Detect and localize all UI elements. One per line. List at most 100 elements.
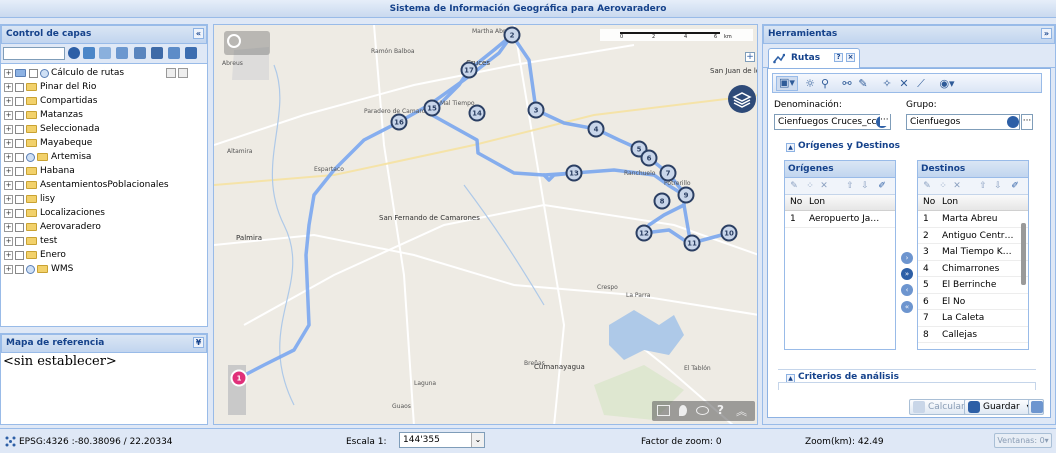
route-marker[interactable]: 7	[659, 164, 677, 182]
layer-checkbox[interactable]	[15, 110, 24, 120]
hide-eye-icon[interactable]	[696, 406, 709, 415]
layer-checkbox[interactable]	[15, 138, 24, 148]
export-icon[interactable]	[151, 47, 163, 59]
pick-point-icon[interactable]: ✎	[789, 181, 799, 191]
route-marker[interactable]: 9	[677, 186, 695, 204]
route-marker[interactable]: 1	[230, 369, 248, 387]
pick-point-icon[interactable]: ✎	[922, 181, 932, 191]
table-row[interactable]: 6 El No	[918, 294, 1028, 310]
collapse-reference-icon[interactable]: ¥	[193, 337, 204, 348]
expand-icon[interactable]: +	[4, 68, 13, 78]
ventanas-button[interactable]: Ventanas: 0▾	[994, 433, 1052, 448]
calcular-button[interactable]: Calcular	[909, 399, 970, 415]
route-marker[interactable]: 12	[635, 224, 653, 242]
expand-icon[interactable]: +	[4, 194, 13, 204]
layer-checkbox[interactable]	[15, 264, 24, 274]
layer-checkbox[interactable]	[15, 82, 24, 92]
delete-icon[interactable]: ✕	[898, 78, 910, 90]
layer-item[interactable]: + WMS	[1, 262, 207, 276]
expand-icon[interactable]: +	[4, 138, 13, 148]
col-lon[interactable]: Lon	[942, 195, 958, 210]
route-marker[interactable]: 10	[720, 224, 738, 242]
layer-checkbox[interactable]	[15, 124, 24, 134]
layer-checkbox[interactable]	[15, 236, 24, 246]
map-search-control[interactable]	[224, 31, 270, 55]
layer-list-icon[interactable]	[116, 47, 128, 59]
layer-item[interactable]: + AsentamientosPoblacionales	[1, 178, 207, 192]
expand-icon[interactable]: +	[4, 82, 13, 92]
layer-item[interactable]: + Seleccionada	[1, 122, 207, 136]
globe-dropdown-icon[interactable]: ◉▾	[937, 78, 957, 90]
add-icon[interactable]: ⁘	[938, 181, 948, 191]
move-up-icon[interactable]: ⇧	[978, 181, 988, 191]
layer-item[interactable]: + Aerovaradero	[1, 220, 207, 234]
layer-switcher-icon[interactable]	[728, 85, 756, 113]
route-marker[interactable]: 4	[587, 120, 605, 138]
move-all-left-icon[interactable]: «	[901, 301, 913, 313]
layer-item[interactable]: + lisy	[1, 192, 207, 206]
route-marker[interactable]: 8	[653, 192, 671, 210]
expand-icon[interactable]: +	[4, 236, 13, 246]
expand-icon[interactable]: +	[4, 124, 13, 134]
move-left-icon[interactable]: ‹	[901, 284, 913, 296]
expand-icon[interactable]: +	[4, 152, 13, 162]
od-section-header[interactable]: ▲ Orígenes y Destinos	[786, 141, 900, 152]
grupo-field[interactable]: Cienfuegos	[906, 114, 1020, 130]
add-point-icon[interactable]: ✧	[881, 78, 893, 90]
settings-icon[interactable]	[185, 47, 197, 59]
layer-checkbox[interactable]	[15, 96, 24, 106]
clean-button[interactable]	[1028, 399, 1044, 415]
layer-checkbox[interactable]	[15, 166, 24, 176]
col-no[interactable]: No	[790, 195, 802, 210]
move-up-icon[interactable]: ⇧	[845, 181, 855, 191]
brush-icon[interactable]: ✎	[857, 78, 869, 90]
layer-checkbox[interactable]	[15, 208, 24, 218]
layer-options-icon[interactable]	[166, 68, 177, 78]
layer-search-input[interactable]	[3, 47, 65, 60]
move-down-icon[interactable]: ⇩	[860, 181, 870, 191]
refresh-icon[interactable]	[83, 47, 95, 59]
browse-icon[interactable]: ···	[1021, 114, 1033, 130]
expand-icon[interactable]: +	[4, 264, 13, 274]
edit-route-icon[interactable]: ⟋	[915, 78, 927, 90]
col-no[interactable]: No	[923, 195, 935, 210]
clear-icon[interactable]: ✐	[1010, 181, 1020, 191]
tab-help-icon[interactable]: ?	[834, 53, 843, 62]
expand-icon[interactable]: +	[4, 208, 13, 218]
visible-icon[interactable]	[40, 68, 49, 78]
expand-icon[interactable]: +	[4, 110, 13, 120]
add-layer-icon[interactable]	[99, 47, 111, 59]
route-marker[interactable]: 2	[503, 26, 521, 44]
expand-icon[interactable]: +	[4, 180, 13, 190]
table-row[interactable]: 2 Antiguo Central...	[918, 228, 1028, 244]
network-icon[interactable]: ⚯	[841, 78, 853, 90]
expand-icon[interactable]: +	[4, 222, 13, 232]
layer-item[interactable]: + Localizaciones	[1, 206, 207, 220]
table-row[interactable]: 5 El Berrinche	[918, 277, 1028, 294]
vehicle-dropdown[interactable]: ▣▾	[776, 76, 798, 91]
expand-icon[interactable]: +	[4, 96, 13, 106]
expand-icon[interactable]: +	[4, 250, 13, 260]
add-icon[interactable]: ⁘	[805, 181, 815, 191]
layer-properties-icon[interactable]	[178, 68, 189, 78]
col-lon[interactable]: Lon	[809, 195, 825, 210]
visible-icon[interactable]	[26, 264, 35, 274]
layer-checkbox[interactable]	[29, 68, 38, 78]
info-icon[interactable]	[1007, 116, 1019, 128]
move-down-icon[interactable]: ⇩	[993, 181, 1003, 191]
chevrons-up-icon[interactable]: ︽	[736, 403, 747, 419]
table-row[interactable]: 3 Mal Tiempo Kil...	[918, 244, 1028, 261]
map-view[interactable]: Martha Abreu Ramón Balboa Abreus Cruces …	[213, 24, 758, 425]
search-icon[interactable]	[68, 47, 80, 59]
denominacion-field[interactable]: Cienfuegos Cruces_cc	[774, 114, 891, 130]
route-marker[interactable]: 3	[527, 101, 545, 119]
table-row[interactable]: 1 Aeropuerto Jai...	[785, 211, 895, 228]
sort-icon[interactable]	[134, 47, 146, 59]
layer-checkbox[interactable]	[15, 152, 24, 162]
guardar-button[interactable]: Guardar ▾	[964, 399, 1035, 415]
walk-route-icon[interactable]: ⚲	[819, 78, 831, 90]
layer-item[interactable]: + Mayabeque	[1, 136, 207, 150]
layer-item[interactable]: + Enero	[1, 248, 207, 262]
layer-item[interactable]: + Artemisa	[1, 150, 207, 164]
remove-icon[interactable]: ✕	[819, 181, 829, 191]
